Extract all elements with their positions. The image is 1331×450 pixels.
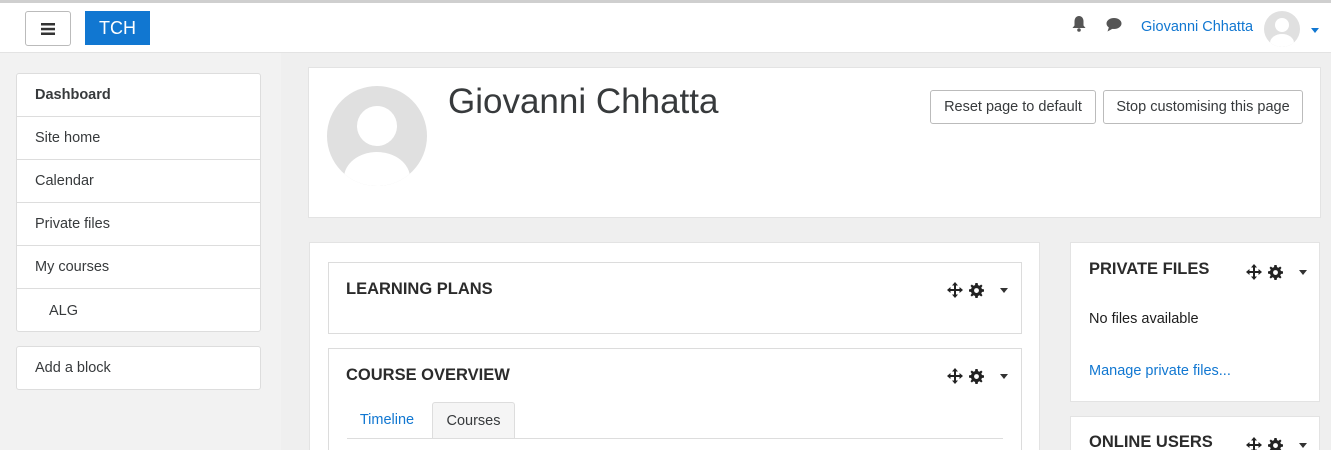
user-avatar[interactable]	[1264, 11, 1300, 47]
block-title: PRIVATE FILES	[1089, 260, 1210, 278]
nav-item-dashboard[interactable]: Dashboard	[17, 74, 260, 117]
move-icon[interactable]	[1246, 264, 1262, 280]
menu-icon	[41, 22, 55, 35]
caret-down-icon[interactable]	[1299, 269, 1307, 275]
profile-avatar	[327, 86, 427, 186]
bell-icon[interactable]	[1071, 15, 1087, 33]
empty-files-text: No files available	[1089, 311, 1199, 327]
block-controls	[1246, 264, 1307, 280]
nav-item-private-files[interactable]: Private files	[17, 203, 260, 246]
user-menu-name[interactable]: Giovanni Chhatta	[1141, 19, 1253, 35]
move-icon[interactable]	[947, 368, 963, 384]
site-brand-link[interactable]: TCH	[85, 11, 150, 45]
course-overview-block: COURSE OVERVIEW Timeline Courses	[328, 348, 1022, 450]
move-icon[interactable]	[947, 282, 963, 298]
caret-down-icon[interactable]	[1000, 373, 1008, 379]
nav-item-my-courses[interactable]: My courses	[17, 246, 260, 289]
caret-down-icon[interactable]	[1000, 287, 1008, 293]
top-navbar: TCH Giovanni Chhatta	[0, 0, 1331, 53]
reset-page-button[interactable]: Reset page to default	[930, 90, 1096, 124]
stop-customising-button[interactable]: Stop customising this page	[1103, 90, 1303, 124]
nav-item-site-home[interactable]: Site home	[17, 117, 260, 160]
menu-toggle-button[interactable]	[25, 11, 71, 46]
main-content-region: LEARNING PLANS COURSE OVERVIEW Timeline …	[309, 242, 1040, 450]
navigation-block: Dashboard Site home Calendar Private fil…	[16, 73, 261, 332]
gear-icon[interactable]	[969, 282, 984, 298]
move-icon[interactable]	[1246, 437, 1262, 450]
tab-timeline[interactable]: Timeline	[347, 402, 427, 438]
block-controls	[947, 368, 1008, 384]
page-title: Giovanni Chhatta	[448, 82, 719, 121]
gear-icon[interactable]	[1268, 437, 1283, 450]
manage-private-files-link[interactable]: Manage private files...	[1089, 363, 1231, 379]
add-a-block-link[interactable]: Add a block	[16, 346, 261, 390]
block-title: ONLINE USERS	[1089, 433, 1213, 450]
block-controls	[1246, 437, 1307, 450]
block-title: LEARNING PLANS	[346, 280, 493, 298]
gear-icon[interactable]	[1268, 264, 1283, 280]
caret-down-icon[interactable]	[1311, 28, 1319, 33]
profile-header: Giovanni Chhatta Reset page to default S…	[308, 67, 1321, 218]
tab-divider	[347, 438, 1003, 439]
tab-courses[interactable]: Courses	[432, 402, 515, 438]
block-controls	[947, 282, 1008, 298]
chat-bubble-icon[interactable]	[1105, 17, 1123, 33]
nav-item-calendar[interactable]: Calendar	[17, 160, 260, 203]
online-users-block: ONLINE USERS	[1070, 416, 1320, 450]
learning-plans-block: LEARNING PLANS	[328, 262, 1022, 334]
private-files-block: PRIVATE FILES No files available Manage …	[1070, 242, 1320, 402]
nav-item-course-alg[interactable]: ALG	[17, 289, 260, 332]
caret-down-icon[interactable]	[1299, 442, 1307, 448]
block-title: COURSE OVERVIEW	[346, 366, 510, 384]
gear-icon[interactable]	[969, 368, 984, 384]
